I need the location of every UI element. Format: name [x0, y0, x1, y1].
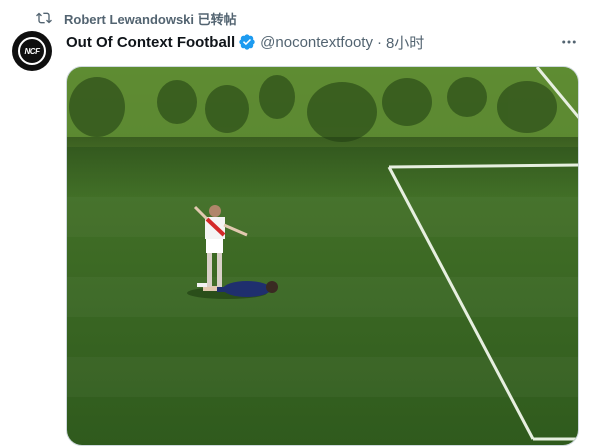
football-video-thumbnail [67, 67, 578, 445]
social-context[interactable]: Robert Lewandowski 已转帖 [36, 9, 237, 27]
timestamp[interactable]: 8小时 [386, 32, 424, 53]
user-handle[interactable]: @nocontextfooty [260, 34, 373, 51]
more-options-button[interactable] [558, 32, 580, 52]
more-options-icon [562, 40, 576, 44]
display-name[interactable]: Out Of Context Football [66, 34, 235, 51]
repost-icon [36, 12, 52, 24]
verified-badge-icon[interactable] [238, 33, 256, 51]
separator-dot: · [376, 33, 382, 51]
avatar[interactable]: NCF [12, 31, 52, 71]
tweet-header: Out Of Context Football @nocontextfooty … [66, 32, 424, 52]
avatar-logo: NCF [18, 37, 46, 65]
repost-label: Robert Lewandowski 已转帖 [64, 11, 237, 27]
tweet-media[interactable] [66, 66, 579, 446]
